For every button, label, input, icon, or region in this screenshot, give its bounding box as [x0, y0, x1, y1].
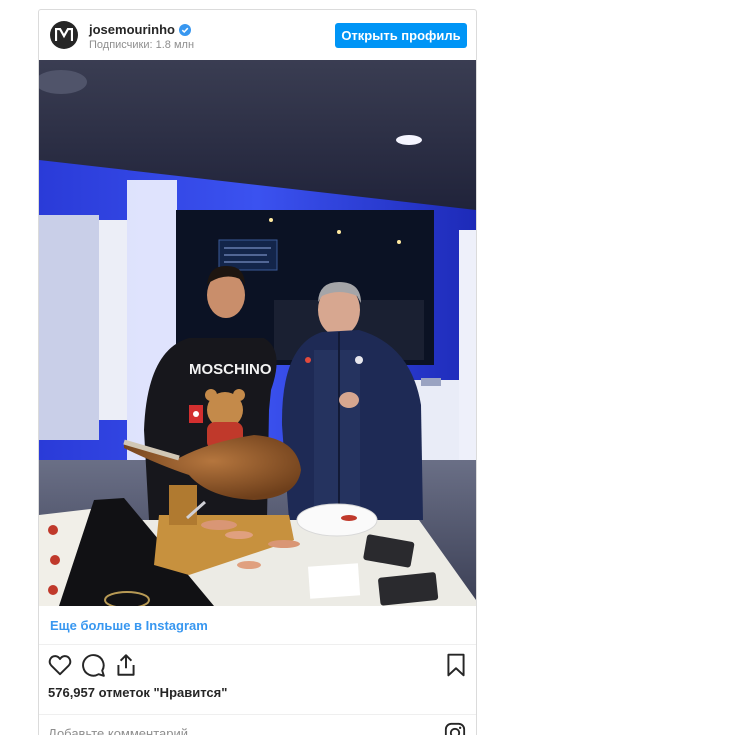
instagram-icon[interactable] [444, 722, 466, 735]
username[interactable]: josemourinho [89, 22, 175, 37]
comment-row: Добавьте комментарий... [39, 714, 476, 735]
add-comment-placeholder[interactable]: Добавьте комментарий... [48, 726, 199, 735]
username-row: josemourinho [89, 22, 191, 37]
open-profile-button[interactable]: Открыть профиль [335, 23, 467, 48]
post-header: josemourinho Подписчики: 1.8 млн Открыть… [39, 10, 476, 60]
avatar[interactable] [50, 21, 78, 49]
instagram-embed-card: josemourinho Подписчики: 1.8 млн Открыть… [38, 9, 477, 735]
jumper-text: MOSCHINO [189, 361, 272, 378]
post-photo[interactable]: MOSCHINO [39, 60, 476, 606]
bookmark-icon[interactable] [443, 652, 469, 678]
verified-badge-icon [178, 23, 191, 36]
photo-illustration: MOSCHINO [39, 60, 476, 606]
heart-icon[interactable] [47, 652, 73, 678]
mourinho-logo-icon [55, 28, 73, 41]
more-on-instagram-link[interactable]: Еще больше в Instagram [50, 618, 208, 633]
likes-count[interactable]: 576,957 отметок "Нравится" [48, 685, 227, 700]
post-actions [39, 650, 476, 682]
more-row: Еще больше в Instagram [39, 607, 476, 645]
comment-icon[interactable] [80, 652, 106, 678]
followers-count: Подписчики: 1.8 млн [89, 39, 195, 51]
share-icon[interactable] [113, 652, 139, 678]
